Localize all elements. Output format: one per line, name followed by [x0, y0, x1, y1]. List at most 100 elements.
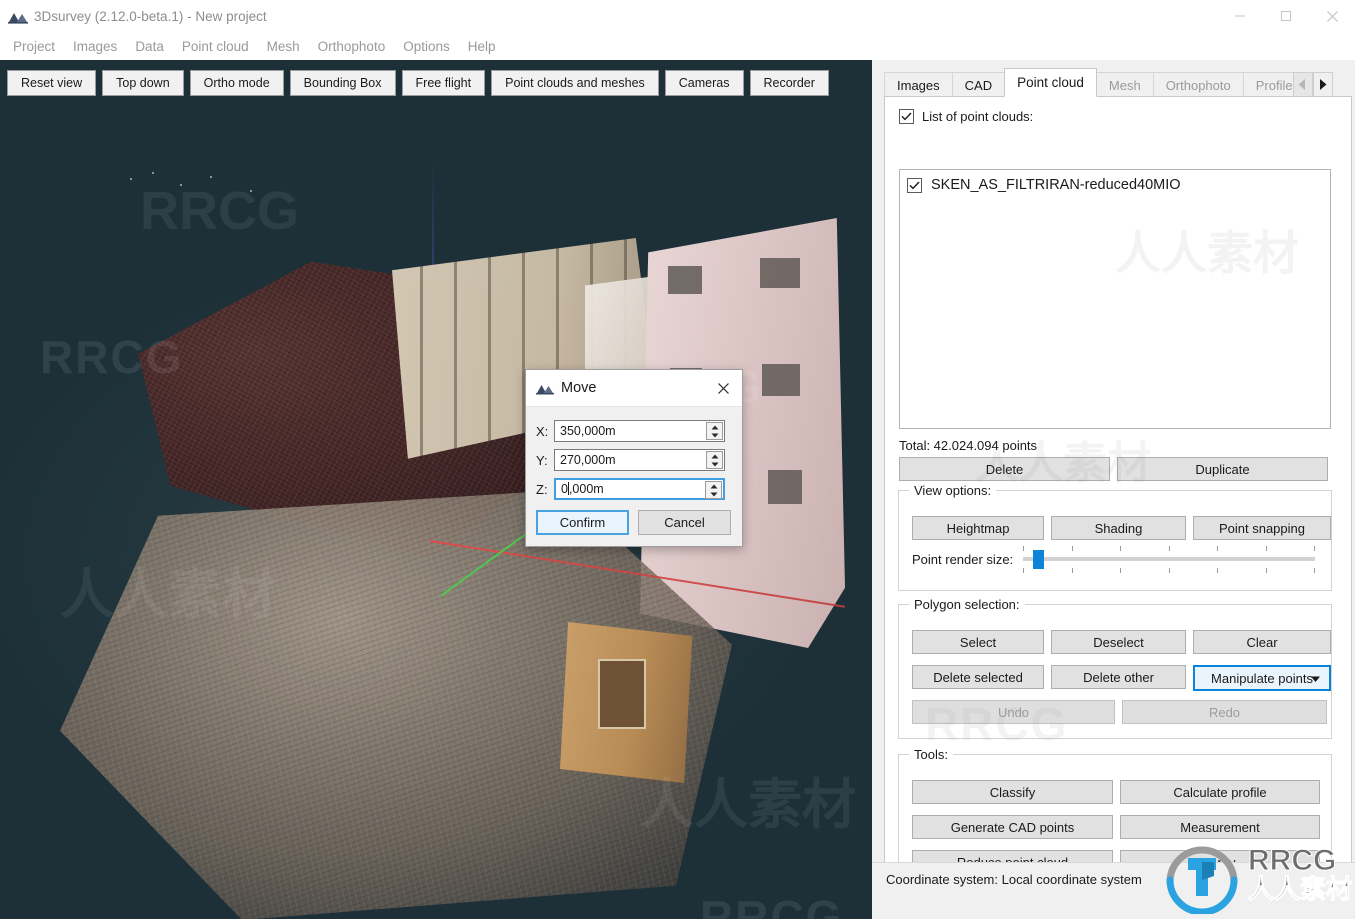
status-bar: Coordinate system: Local coordinate syst…	[872, 862, 1355, 919]
move-z-value-pre: 0	[561, 482, 568, 496]
move-z-stepper[interactable]	[705, 481, 722, 499]
spinner-up-icon[interactable]	[707, 452, 722, 460]
point-clouds-and-meshes-button[interactable]: Point clouds and meshes	[491, 70, 659, 96]
window-controls	[1217, 0, 1355, 32]
delete-selected-button[interactable]: Delete selected	[912, 665, 1044, 689]
chevron-down-icon[interactable]	[1311, 671, 1320, 686]
generate-cad-points-button[interactable]: Generate CAD points	[912, 815, 1113, 839]
deselect-button[interactable]: Deselect	[1051, 630, 1186, 654]
move-z-spinbox[interactable]: 0,000m	[554, 478, 725, 500]
reset-view-button[interactable]: Reset view	[7, 70, 96, 96]
point-cloud-building-orange	[560, 615, 695, 790]
confirm-button[interactable]: Confirm	[536, 510, 629, 535]
spinner-up-icon[interactable]	[707, 423, 722, 431]
tab-orthophoto[interactable]: Orthophoto	[1153, 72, 1244, 97]
3dsurvey-logo-icon	[8, 8, 28, 24]
menu-item-project[interactable]: Project	[4, 35, 64, 58]
manipulate-points-button[interactable]: Manipulate points	[1193, 665, 1331, 691]
maximize-icon[interactable]	[1263, 0, 1309, 32]
move-x-row: X: 350,000m	[536, 420, 725, 442]
point-cloud-listbox[interactable]: SKEN_AS_FILTRIRAN-reduced40MIO	[899, 169, 1331, 429]
tools-row-2: Generate CAD points Measurement	[912, 815, 1320, 839]
menu-item-mesh[interactable]: Mesh	[258, 35, 309, 58]
menu-item-data[interactable]: Data	[126, 35, 173, 58]
point-snapping-button[interactable]: Point snapping	[1193, 516, 1331, 540]
move-x-spinbox[interactable]: 350,000m	[554, 420, 725, 442]
spinner-down-icon[interactable]	[706, 490, 721, 498]
3dsurvey-logo-icon	[536, 381, 554, 395]
chevron-left-icon[interactable]	[1293, 72, 1313, 97]
polygon-row-1: Select Deselect Clear	[912, 630, 1331, 654]
manipulate-points-label: Manipulate points	[1211, 671, 1313, 686]
cameras-button[interactable]: Cameras	[665, 70, 744, 96]
move-x-label: X:	[536, 424, 554, 439]
slider-ticks-top	[1023, 546, 1315, 551]
move-z-value: 0,000m	[556, 482, 604, 496]
menu-bar: Project Images Data Point cloud Mesh Ort…	[0, 32, 1355, 60]
move-dialog-titlebar: Move	[526, 370, 742, 407]
move-y-stepper[interactable]	[706, 451, 723, 469]
spinner-down-icon[interactable]	[707, 460, 722, 468]
menu-item-point-cloud[interactable]: Point cloud	[173, 35, 258, 58]
menu-item-options[interactable]: Options	[394, 35, 459, 58]
heightmap-button[interactable]: Heightmap	[912, 516, 1044, 540]
top-down-button[interactable]: Top down	[102, 70, 184, 96]
menu-item-orthophoto[interactable]: Orthophoto	[309, 35, 395, 58]
redo-button[interactable]: Redo	[1122, 700, 1327, 724]
list-of-point-clouds-checkbox[interactable]	[899, 109, 914, 124]
spinner-up-icon[interactable]	[706, 482, 721, 490]
menu-item-images[interactable]: Images	[64, 35, 126, 58]
move-y-label: Y:	[536, 453, 554, 468]
select-button[interactable]: Select	[912, 630, 1044, 654]
panel-tabs: Images CAD Point cloud Mesh Orthophoto P…	[884, 69, 1352, 97]
shading-button[interactable]: Shading	[1051, 516, 1186, 540]
list-of-point-clouds-row[interactable]: List of point clouds:	[899, 109, 1033, 124]
move-dialog-buttons: Confirm Cancel	[536, 510, 731, 535]
polygon-row-3: Undo Redo	[912, 700, 1327, 724]
menu-item-help[interactable]: Help	[459, 35, 505, 58]
delete-cloud-button[interactable]: Delete	[899, 457, 1110, 481]
move-x-stepper[interactable]	[706, 422, 723, 440]
viewport-watermark-2: RRCG	[140, 180, 299, 242]
viewport-watermark-6: RRCG	[700, 890, 843, 919]
move-y-value: 270,000m	[555, 453, 616, 467]
move-z-value-post: ,000m	[569, 482, 604, 496]
tab-cad[interactable]: CAD	[952, 72, 1005, 97]
coordinate-system-status: Coordinate system: Local coordinate syst…	[886, 872, 1142, 887]
cancel-button[interactable]: Cancel	[638, 510, 731, 535]
view-options-group: View options: Heightmap Shading Point sn…	[898, 483, 1332, 591]
slider-handle[interactable]	[1033, 550, 1044, 569]
point-cloud-item-label: SKEN_AS_FILTRIRAN-reduced40MIO	[931, 177, 1181, 193]
close-icon[interactable]	[1309, 0, 1355, 32]
move-z-row: Z: 0,000m	[536, 478, 725, 500]
spinner-down-icon[interactable]	[707, 431, 722, 439]
undo-button[interactable]: Undo	[912, 700, 1115, 724]
recorder-button[interactable]: Recorder	[750, 70, 829, 96]
tab-point-cloud[interactable]: Point cloud	[1004, 68, 1097, 97]
tab-profile[interactable]: Profile	[1243, 72, 1294, 97]
measurement-button[interactable]: Measurement	[1120, 815, 1320, 839]
tab-images[interactable]: Images	[884, 72, 953, 97]
delete-other-button[interactable]: Delete other	[1051, 665, 1186, 689]
point-cloud-item-checkbox[interactable]	[907, 178, 922, 193]
list-of-point-clouds-label: List of point clouds:	[922, 109, 1033, 124]
tab-mesh[interactable]: Mesh	[1096, 72, 1154, 97]
calculate-profile-button[interactable]: Calculate profile	[1120, 780, 1320, 804]
close-icon[interactable]	[712, 377, 734, 399]
move-y-spinbox[interactable]: 270,000m	[554, 449, 725, 471]
free-flight-button[interactable]: Free flight	[402, 70, 486, 96]
point-render-size-slider[interactable]	[1023, 548, 1315, 570]
clear-button[interactable]: Clear	[1193, 630, 1331, 654]
ortho-mode-button[interactable]: Ortho mode	[190, 70, 284, 96]
move-z-label: Z:	[536, 482, 554, 497]
move-dialog-title: Move	[561, 380, 596, 396]
bounding-box-button[interactable]: Bounding Box	[290, 70, 396, 96]
slider-rail	[1023, 557, 1315, 561]
tools-legend: Tools:	[909, 747, 953, 762]
classify-button[interactable]: Classify	[912, 780, 1113, 804]
duplicate-cloud-button[interactable]: Duplicate	[1117, 457, 1328, 481]
chevron-right-icon[interactable]	[1313, 72, 1333, 97]
polygon-selection-legend: Polygon selection:	[909, 597, 1025, 612]
minimize-icon[interactable]	[1217, 0, 1263, 32]
list-item[interactable]: SKEN_AS_FILTRIRAN-reduced40MIO	[900, 170, 1330, 193]
